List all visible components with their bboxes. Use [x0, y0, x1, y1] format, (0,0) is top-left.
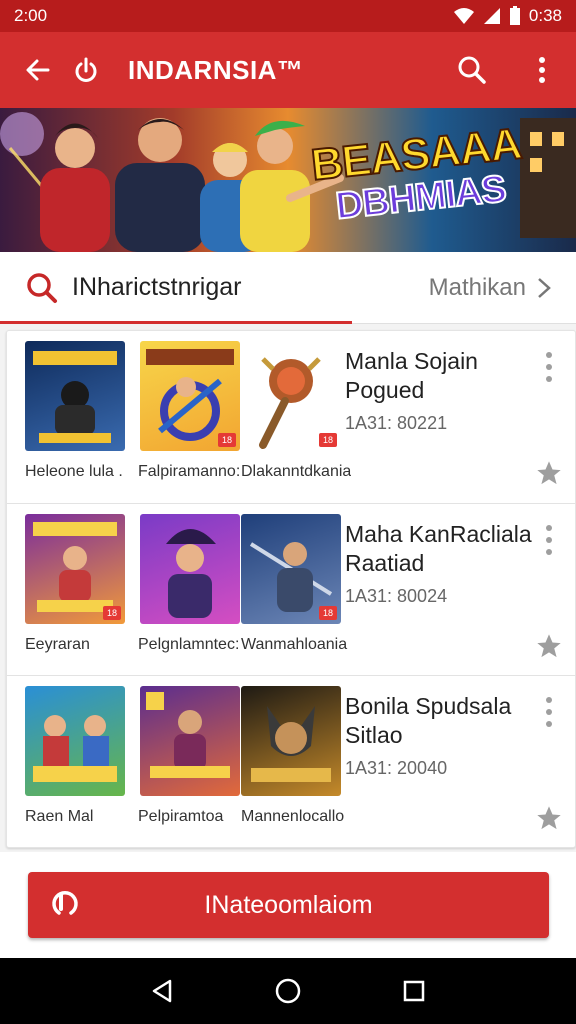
- more-vert-icon: [539, 57, 545, 83]
- thumbnail-artwork: [251, 706, 331, 782]
- back-arrow-icon: [26, 59, 50, 81]
- more-vert-icon[interactable]: [539, 522, 559, 558]
- game-thumbnail[interactable]: [241, 686, 341, 796]
- result-row[interactable]: Raen Mal Pelpiramtoa Mannenlocallo Bonil…: [7, 675, 576, 847]
- star-icon[interactable]: [535, 632, 563, 660]
- thumbnail-artwork: [33, 715, 117, 782]
- thumbnail-label: Dlakanntdkania: [241, 463, 351, 480]
- game-thumbnail[interactable]: 18: [25, 514, 125, 624]
- thumbnail-label: Wanmahloania: [241, 636, 348, 653]
- result-title[interactable]: Manla Sojain Pogued: [345, 347, 545, 405]
- thumbnail-label: Mannenlocallo: [241, 808, 345, 825]
- game-thumbnail[interactable]: [25, 341, 125, 451]
- rating-badge-icon: 18: [103, 606, 121, 620]
- game-thumbnail[interactable]: [140, 514, 240, 624]
- result-row[interactable]: 18 18 Eeyraran Pelgnlamntec: Wanmahloani…: [7, 503, 576, 675]
- game-thumbnail[interactable]: [25, 686, 125, 796]
- install-button-label: INateoomlaiom: [204, 890, 373, 919]
- install-button[interactable]: INateoomlaiom: [28, 872, 549, 938]
- result-meta: 1A31: 20040: [345, 758, 448, 778]
- rating-badge-icon: 18: [319, 606, 337, 620]
- status-time-left: 2:00: [14, 6, 48, 25]
- promo-banner[interactable]: BEASAAA DBHMIAS: [0, 108, 576, 252]
- thumbnail-label: Heleone lula .: [25, 463, 123, 480]
- nav-back-icon[interactable]: [150, 978, 174, 1004]
- result-meta: 1A31: 80221: [345, 413, 448, 433]
- nav-home-icon[interactable]: [274, 977, 302, 1005]
- thumbnail-artwork: [146, 692, 230, 778]
- game-thumbnail[interactable]: 18: [140, 341, 240, 451]
- result-title[interactable]: Maha KanRacliala Raatiad: [345, 520, 545, 578]
- star-icon[interactable]: [535, 459, 563, 487]
- thumbnail-label: Raen Mal: [25, 808, 94, 825]
- result-meta: 1A31: 80024: [345, 586, 448, 606]
- results-card: 18 18 Heleone lula . Falpiramanno: Dlaka…: [6, 330, 576, 848]
- app-bar: INDARNSIA™: [0, 32, 576, 108]
- more-vert-icon[interactable]: [539, 694, 559, 730]
- result-row[interactable]: 18 18 Heleone lula . Falpiramanno: Dlaka…: [7, 331, 576, 503]
- back-button[interactable]: [14, 46, 62, 94]
- search-bar-icon-button[interactable]: [18, 264, 66, 312]
- game-thumbnail[interactable]: 18: [241, 341, 341, 451]
- more-vert-icon[interactable]: [539, 349, 559, 385]
- search-button[interactable]: [448, 46, 496, 94]
- search-query[interactable]: INharictstnrigar: [72, 273, 429, 302]
- game-thumbnail[interactable]: 18: [241, 514, 341, 624]
- rating-badge-icon: 18: [319, 433, 337, 447]
- status-bar: 2:00 0:38: [0, 0, 576, 32]
- thumbnail-label: Pelgnlamntec:: [138, 636, 240, 653]
- power-icon: [75, 57, 97, 82]
- thumbnail-label: Eeyraran: [25, 636, 90, 653]
- thumbnail-label: Pelpiramtoa: [138, 808, 224, 825]
- thumbnail-artwork: [33, 351, 117, 443]
- search-icon: [27, 272, 57, 303]
- search-underline: [0, 321, 352, 324]
- power-button[interactable]: [62, 46, 110, 94]
- chevron-right-icon[interactable]: [534, 275, 554, 301]
- system-nav-bar: [0, 958, 576, 1024]
- search-bar[interactable]: INharictstnrigar Mathikan: [0, 252, 576, 324]
- rating-badge-icon: 18: [218, 433, 236, 447]
- result-title[interactable]: Bonila Spudsala Sitlao: [345, 692, 545, 750]
- search-icon: [458, 56, 486, 84]
- thumbnail-artwork: [166, 529, 216, 618]
- install-bar: INateoomlaiom: [0, 852, 576, 958]
- app-title: INDARNSIA™: [128, 54, 304, 85]
- battery-icon: [509, 6, 520, 25]
- nav-recents-icon[interactable]: [402, 979, 426, 1003]
- install-icon: [52, 891, 78, 915]
- status-time-right: 0:38: [528, 6, 562, 25]
- game-thumbnail[interactable]: [140, 686, 240, 796]
- more-button[interactable]: [518, 46, 566, 94]
- star-icon[interactable]: [535, 804, 563, 832]
- wifi-icon: [453, 8, 474, 24]
- signal-icon: [483, 8, 500, 24]
- search-more-link[interactable]: Mathikan: [429, 274, 526, 302]
- thumbnail-label: Falpiramanno:: [138, 463, 241, 480]
